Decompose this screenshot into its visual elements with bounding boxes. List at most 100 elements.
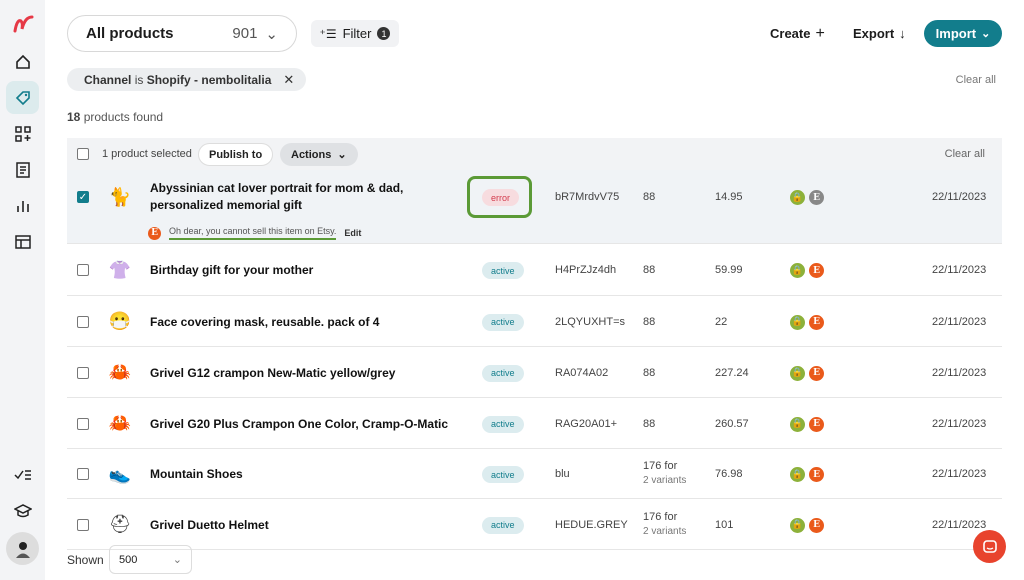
product-name[interactable]: Grivel G12 crampon New-Matic yellow/grey — [150, 365, 470, 382]
quantity: 176 for — [643, 460, 678, 472]
price: 59.99 — [715, 264, 743, 276]
bulk-actions-bar: 1 product selected Publish to Actions ⌄ C… — [67, 138, 1002, 170]
filter-button[interactable]: ⁺☰ Filter 1 — [311, 20, 399, 47]
shopify-channel-icon[interactable]: 🔒 — [790, 314, 805, 330]
date: 22/11/2023 — [932, 366, 987, 379]
table-row[interactable]: ✓ 🐈 Abyssinian cat lover portrait for mom … — [67, 170, 1002, 244]
academy-icon[interactable] — [6, 494, 39, 527]
table-row[interactable]: 🦀 Grivel G12 crampon New-Matic yellow/gre… — [67, 347, 1002, 398]
price: 227.24 — [715, 366, 749, 379]
quantity: 176 for — [643, 510, 678, 523]
page-size-select[interactable]: 500 ⌄ — [109, 545, 192, 574]
product-name[interactable]: Grivel G20 Plus Crampon One Color, Cramp… — [150, 416, 470, 433]
filter-chip[interactable]: Channel is Shopify - nembolitalia ✕ — [67, 68, 307, 91]
product-name[interactable]: Birthday gift for your mother — [150, 262, 470, 279]
product-thumbnail[interactable]: 👟 — [103, 457, 137, 491]
create-button[interactable]: Create + — [770, 20, 825, 47]
status-badge: active — [482, 262, 524, 279]
filter-icon: ⁺☰ — [319, 26, 337, 41]
table-row[interactable]: ⛑ Grivel Duetto Helmet active HEDUE.GREY 176… — [67, 499, 1002, 550]
publish-to-button[interactable]: Publish to — [198, 143, 274, 166]
row-checkbox[interactable] — [77, 468, 89, 480]
product-name[interactable]: Abyssinian cat lover portrait for mom & … — [150, 180, 470, 214]
row-checkbox[interactable] — [77, 315, 89, 328]
row-checkbox[interactable] — [77, 264, 89, 276]
error-highlight-box — [467, 176, 532, 218]
etsy-channel-icon[interactable]: E — [809, 467, 824, 482]
etsy-channel-icon[interactable]: E — [809, 416, 824, 432]
table-row[interactable]: 👚 Birthday gift for your mother active H4Pr… — [67, 244, 1002, 296]
etsy-channel-icon[interactable]: E — [809, 263, 824, 278]
status-badge: active — [482, 516, 524, 534]
price: 260.57 — [715, 417, 749, 430]
plus-icon: + — [815, 24, 825, 42]
tasks-icon[interactable] — [6, 458, 39, 491]
analytics-icon[interactable] — [6, 189, 39, 222]
row-checkbox[interactable] — [77, 518, 89, 531]
actions-dropdown[interactable]: Actions ⌄ — [280, 143, 358, 166]
product-thumbnail[interactable]: 🦀 — [103, 356, 137, 390]
chat-button[interactable] — [973, 530, 1006, 563]
date: 22/11/2023 — [932, 468, 987, 480]
clear-all-filters-link[interactable]: Clear all — [956, 74, 996, 86]
shown-label: Shown — [67, 553, 104, 567]
sku: RA074A02 — [555, 366, 609, 379]
apps-icon[interactable] — [6, 117, 39, 150]
close-icon[interactable]: ✕ — [283, 72, 294, 88]
shopify-channel-icon[interactable]: 🔒 — [790, 263, 805, 278]
import-label: Import — [935, 26, 977, 41]
status-badge: active — [482, 364, 524, 382]
chevron-down-icon: ⌄ — [981, 28, 991, 40]
date: 22/11/2023 — [932, 191, 987, 203]
row-checkbox[interactable]: ✓ — [77, 191, 89, 203]
home-icon[interactable] — [6, 45, 39, 78]
sku: RAG20A01+ — [555, 417, 618, 430]
etsy-channel-icon[interactable]: E — [809, 365, 824, 381]
avatar[interactable] — [6, 532, 39, 565]
filter-count-badge: 1 — [377, 27, 391, 40]
shopify-channel-icon[interactable]: 🔒 — [790, 416, 805, 432]
product-name[interactable]: Grivel Duetto Helmet — [150, 517, 470, 534]
quantity: 88 — [643, 417, 656, 430]
row-checkbox[interactable] — [77, 366, 89, 379]
table-row[interactable]: 👟 Mountain Shoes active blu 176 for 2 variant… — [67, 449, 1002, 499]
product-thumbnail[interactable]: ⛑ — [103, 508, 137, 542]
products-tag-icon[interactable] — [6, 81, 39, 114]
layout-icon[interactable] — [6, 225, 39, 258]
shopify-channel-icon[interactable]: 🔒 — [790, 190, 805, 205]
logo-icon[interactable] — [6, 6, 39, 39]
etsy-channel-icon[interactable]: E — [809, 190, 824, 205]
etsy-channel-icon[interactable]: E — [809, 314, 824, 330]
edit-link[interactable]: Edit — [344, 228, 361, 238]
sidebar — [0, 0, 45, 580]
product-thumbnail[interactable]: 🐈 — [103, 180, 137, 214]
product-thumbnail[interactable]: 😷 — [103, 305, 137, 339]
date: 22/11/2023 — [932, 264, 987, 276]
shopify-channel-icon[interactable]: 🔒 — [790, 365, 805, 381]
view-selector[interactable]: All products 901 ⌄ — [67, 15, 297, 52]
channel-error: E Oh dear, you cannot sell this item on E… — [148, 226, 361, 240]
orders-icon[interactable] — [6, 153, 39, 186]
status-badge: active — [482, 313, 524, 331]
product-name[interactable]: Mountain Shoes — [150, 466, 470, 483]
etsy-icon: E — [148, 226, 161, 240]
product-name[interactable]: Face covering mask, reusable. pack of 4 — [150, 314, 470, 331]
date: 22/11/2023 — [932, 417, 987, 430]
selected-count: 1 product selected — [102, 148, 192, 160]
export-button[interactable]: Export ↓ — [853, 20, 906, 47]
quantity: 88 — [643, 191, 656, 203]
price: 76.98 — [715, 468, 743, 480]
select-all-checkbox[interactable] — [77, 148, 89, 160]
table-row[interactable]: 😷 Face covering mask, reusable. pack of 4… — [67, 296, 1002, 347]
quantity: 88 — [643, 315, 656, 328]
price: 14.95 — [715, 191, 743, 203]
product-thumbnail[interactable]: 🦀 — [103, 407, 137, 441]
etsy-channel-icon[interactable]: E — [809, 517, 824, 533]
row-checkbox[interactable] — [77, 417, 89, 430]
shopify-channel-icon[interactable]: 🔒 — [790, 467, 805, 482]
shopify-channel-icon[interactable]: 🔒 — [790, 517, 805, 533]
table-row[interactable]: 🦀 Grivel G20 Plus Crampon One Color, Cram… — [67, 398, 1002, 449]
clear-all-selection-link[interactable]: Clear all — [945, 148, 985, 160]
product-thumbnail[interactable]: 👚 — [103, 253, 137, 287]
import-button[interactable]: Import ⌄ — [924, 20, 1002, 47]
